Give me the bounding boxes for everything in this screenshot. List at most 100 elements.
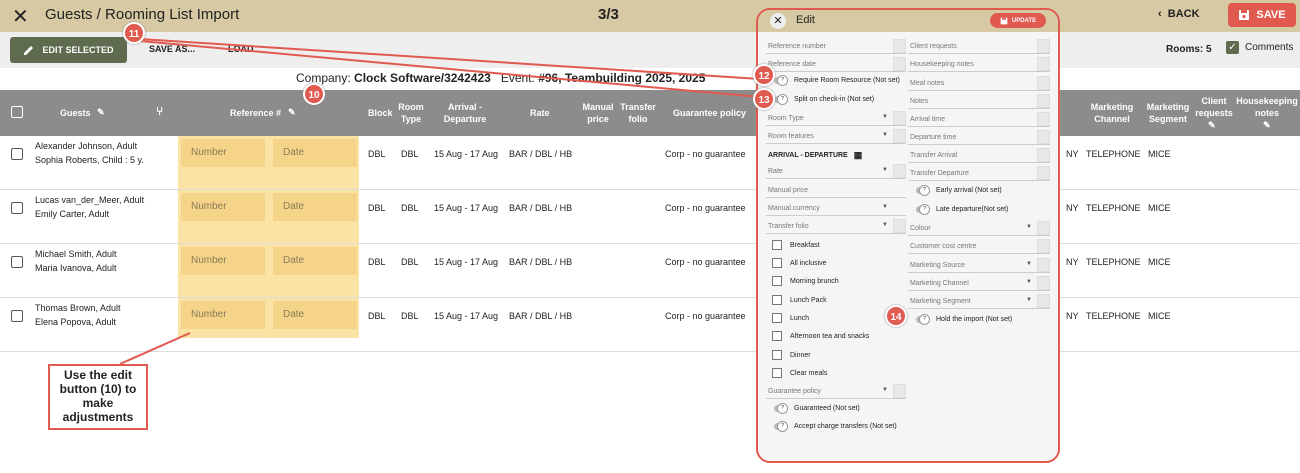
reference-number-input[interactable]: Number (181, 193, 265, 221)
cost-centre-cell: NY (1066, 257, 1079, 267)
charge-transfers-toggle[interactable]: Accept charge transfers (Not set) (774, 421, 897, 432)
transfer-arrival-field[interactable]: Transfer Arrival (908, 148, 1050, 163)
table-row[interactable]: Alexander Johnson, Adult Sophia Roberts,… (0, 136, 1300, 190)
reference-number-field[interactable]: Reference number (766, 39, 906, 54)
housekeeping-notes-field[interactable]: Housekeeping notes (908, 57, 1050, 72)
room-type-cell: DBL (401, 149, 419, 159)
segment-cell: MICE (1148, 203, 1171, 213)
transfer-folio-select[interactable]: Transfer folio ▼ (766, 219, 906, 234)
cost-centre-field[interactable]: Customer cost centre (908, 239, 1050, 254)
early-arrival-toggle[interactable]: Early arrival (Not set) (916, 185, 1002, 196)
meal-checkbox[interactable]: Clear meals (772, 368, 827, 378)
segment-cell: MICE (1148, 257, 1171, 267)
edit-selected-button[interactable]: EDIT SELECTED (10, 37, 127, 63)
split-checkin-toggle[interactable]: Split on check-in (Not set) (774, 94, 874, 105)
room-resource-toggle[interactable]: Require Room Resource (Not set) (774, 75, 900, 86)
marketing-channel-select[interactable]: Marketing Channel ▼ (908, 276, 1050, 291)
meal-checkbox[interactable]: Afternoon tea and snacks (772, 331, 869, 341)
rate-cell: BAR / DBL / HB (509, 257, 573, 267)
reference-date-input[interactable]: Date (273, 193, 357, 221)
back-button[interactable]: ‹ BACK (1158, 8, 1200, 20)
company-prefix: Company: (296, 71, 351, 85)
callout-badge-14: 14 (885, 305, 907, 327)
header-client-requests: Client requests (1195, 96, 1233, 118)
meal-checkbox[interactable]: All inclusive (772, 258, 827, 268)
arrival-time-field[interactable]: Arrival time (908, 112, 1050, 127)
reference-date-input[interactable]: Date (273, 139, 357, 167)
company-event-line: Company: Clock Software/3242423 Event: #… (296, 71, 705, 85)
marketing-source-select[interactable]: Marketing Source ▼ (908, 258, 1050, 273)
table-row[interactable]: Thomas Brown, Adult Elena Popova, Adult … (0, 298, 1300, 352)
pencil-icon[interactable]: ✎ (1263, 119, 1271, 131)
update-button[interactable]: UPDATE (990, 13, 1046, 28)
manual-price-field[interactable]: Manual price (766, 184, 906, 198)
reference-date-input[interactable]: Date (273, 247, 357, 275)
header-arrival: Arrival - Departure (443, 102, 487, 124)
meal-checkbox[interactable]: Lunch (772, 313, 809, 323)
close-icon[interactable]: ✕ (770, 13, 786, 29)
meal-notes-field[interactable]: Meal notes (908, 76, 1050, 91)
select-all-checkbox[interactable] (11, 106, 23, 118)
header-housekeeping: Housekeeping notes (1236, 96, 1298, 118)
load-button[interactable]: LOAD (228, 44, 254, 54)
company-value: Clock Software/3242423 (354, 71, 491, 85)
guaranteed-toggle[interactable]: Guaranteed (Not set) (774, 403, 860, 414)
back-label: BACK (1167, 8, 1200, 20)
guarantee-cell: Corp - no guarantee (665, 257, 746, 267)
pencil-icon[interactable]: ✎ (288, 106, 296, 118)
row-checkbox[interactable] (11, 202, 23, 214)
dates-cell: 15 Aug - 17 Aug (434, 257, 499, 267)
client-requests-field[interactable]: Client requests (908, 39, 1050, 54)
reference-date-field[interactable]: Reference date (766, 57, 906, 72)
transfer-departure-field[interactable]: Transfer Departure (908, 166, 1050, 181)
meal-checkbox[interactable]: Morning brunch (772, 276, 839, 286)
room-type-select[interactable]: Room Type ▼ (766, 111, 906, 126)
floppy-icon (1000, 17, 1008, 24)
guarantee-policy-select[interactable]: Guarantee policy ▼ (766, 384, 906, 399)
row-checkbox[interactable] (11, 148, 23, 160)
manual-currency-select[interactable]: Manual currency ▼ (766, 202, 906, 216)
meal-checkbox[interactable]: Dinner (772, 350, 811, 360)
room-type-cell: DBL (401, 257, 419, 267)
channel-cell: TELEPHONE (1086, 149, 1141, 159)
table-row[interactable]: Lucas van_der_Meer, Adult Emily Carter, … (0, 190, 1300, 244)
close-icon[interactable]: ✕ (12, 4, 29, 29)
row-checkbox[interactable] (11, 256, 23, 268)
meal-checkbox[interactable]: Lunch Pack (772, 295, 827, 305)
cost-centre-cell: NY (1066, 149, 1079, 159)
callout-badge-11: 11 (123, 22, 145, 44)
departure-time-field[interactable]: Departure time (908, 130, 1050, 145)
table-row[interactable]: Michael Smith, Adult Maria Ivanova, Adul… (0, 244, 1300, 298)
meal-checkbox[interactable]: Breakfast (772, 240, 820, 250)
event-prefix: Event: (500, 71, 535, 85)
pencil-icon[interactable]: ✎ (1208, 119, 1216, 131)
pencil-icon[interactable]: ✎ (97, 106, 105, 118)
merge-icon[interactable]: ⑂ (156, 105, 163, 117)
comments-toggle[interactable]: ✓ Comments (1226, 41, 1293, 54)
edit-panel: ✕ Edit UPDATE Reference number Reference… (756, 8, 1060, 463)
hold-import-toggle[interactable]: Hold the import (Not set) (916, 314, 1012, 325)
toggle-icon (916, 314, 930, 325)
reference-date-input[interactable]: Date (273, 301, 357, 329)
top-bar: ✕ Guests / Rooming List Import 3/3 ‹ BAC… (0, 0, 1300, 32)
arrival-departure-picker[interactable]: ARRIVAL - DEPARTURE ▦ (768, 150, 862, 161)
rate-cell: BAR / DBL / HB (509, 311, 573, 321)
cost-centre-cell: NY (1066, 311, 1079, 321)
guest-name: Thomas Brown, Adult (35, 303, 121, 313)
dates-cell: 15 Aug - 17 Aug (434, 311, 499, 321)
reference-number-input[interactable]: Number (181, 247, 265, 275)
caret-down-icon: ▼ (1026, 224, 1032, 230)
room-features-select[interactable]: Room features ▼ (766, 129, 906, 144)
notes-field[interactable]: Notes (908, 94, 1050, 109)
colour-select[interactable]: Colour ▼ (908, 221, 1050, 236)
row-checkbox[interactable] (11, 310, 23, 322)
save-as-button[interactable]: SAVE AS... (149, 44, 195, 54)
reference-number-input[interactable]: Number (181, 139, 265, 167)
save-button[interactable]: SAVE (1228, 3, 1296, 27)
late-departure-toggle[interactable]: Late departure(Not set) (916, 204, 1008, 215)
header-block: Block (368, 108, 393, 118)
caret-down-icon: ▼ (882, 222, 888, 228)
reference-number-input[interactable]: Number (181, 301, 265, 329)
rate-select[interactable]: Rate ▼ (766, 164, 906, 179)
marketing-segment-select[interactable]: Marketing Segment ▼ (908, 294, 1050, 309)
